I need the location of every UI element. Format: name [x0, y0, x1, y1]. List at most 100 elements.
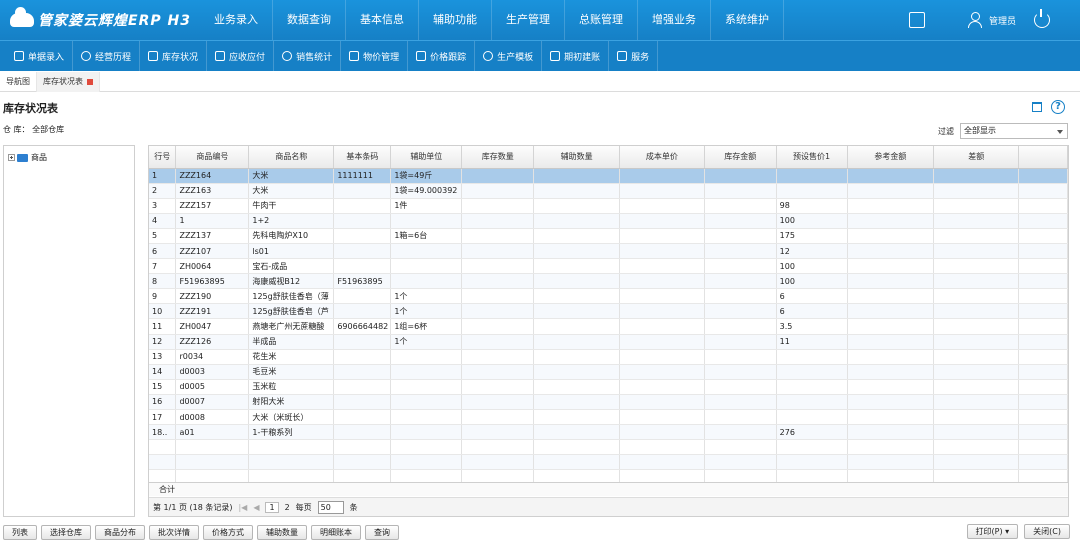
table-cell[interactable]	[933, 168, 1020, 184]
table-row[interactable]: 7 ZH0064 宝石-成品 100	[149, 258, 1068, 275]
table-cell[interactable]	[461, 318, 535, 335]
table-row[interactable]: 9 ZZZ190 125g舒肤佳香皂（薄 1个 6	[149, 288, 1068, 305]
table-cell[interactable]: 海康威视B12	[248, 273, 335, 290]
table-cell[interactable]	[461, 168, 535, 184]
table-cell[interactable]	[704, 379, 777, 395]
table-cell[interactable]	[847, 273, 935, 290]
table-cell[interactable]: 6	[776, 288, 848, 305]
table-cell[interactable]: ZH0064	[175, 258, 250, 275]
table-cell[interactable]	[333, 394, 392, 411]
table-cell[interactable]	[847, 303, 935, 320]
table-cell[interactable]	[933, 364, 1020, 380]
table-cell[interactable]: 1袋=49.000392	[390, 183, 463, 199]
table-cell[interactable]	[776, 349, 848, 365]
table-cell[interactable]	[704, 349, 777, 365]
tab-inventory-status[interactable]: 库存状况表	[37, 72, 100, 92]
print-button[interactable]: 打印(P) ▾	[966, 524, 1019, 539]
table-row[interactable]: 15 d0005 玉米粒	[149, 379, 1068, 395]
table-cell[interactable]	[461, 258, 535, 275]
table-row[interactable]: 10 ZZZ191 125g舒肤佳香皂（芦 1个 6	[149, 303, 1068, 320]
table-cell[interactable]	[776, 183, 848, 199]
column-header[interactable]: 基本条码	[333, 146, 392, 169]
table-cell[interactable]: 1件	[390, 198, 463, 214]
table-cell[interactable]: 6	[776, 303, 848, 320]
table-cell[interactable]	[847, 213, 935, 229]
table-cell[interactable]	[704, 364, 777, 380]
table-cell[interactable]: ZZZ157	[175, 198, 250, 214]
bottom-button[interactable]: 价格方式	[203, 525, 253, 540]
column-header[interactable]: 商品名称	[248, 146, 335, 169]
column-header[interactable]: 行号	[149, 146, 177, 169]
toolbar-button[interactable]: 销售统计	[274, 40, 342, 72]
table-cell[interactable]	[390, 243, 463, 260]
bottom-button[interactable]: 辅助数量	[257, 525, 307, 540]
table-cell[interactable]	[533, 198, 620, 214]
table-cell[interactable]	[704, 424, 777, 441]
table-cell[interactable]: 1+2	[248, 213, 335, 229]
table-cell[interactable]	[619, 364, 705, 380]
table-cell[interactable]	[533, 183, 620, 199]
table-cell[interactable]: ls01	[248, 243, 335, 260]
table-cell[interactable]	[533, 424, 620, 441]
toolbar-button[interactable]: 期初建账	[542, 40, 610, 72]
main-nav-item[interactable]: 增强业务	[638, 0, 711, 40]
table-cell[interactable]	[333, 213, 392, 229]
table-cell[interactable]	[847, 334, 935, 350]
table-cell[interactable]: 毛豆米	[248, 364, 335, 380]
table-cell[interactable]: 1111111	[333, 168, 392, 184]
table-cell[interactable]	[461, 228, 535, 244]
table-cell[interactable]	[847, 424, 935, 441]
table-cell[interactable]: 100	[776, 258, 848, 275]
table-cell[interactable]	[933, 288, 1020, 305]
table-cell[interactable]	[533, 364, 620, 380]
next-page-link[interactable]: 2	[285, 503, 290, 512]
table-cell[interactable]: d0005	[175, 379, 250, 395]
table-cell[interactable]	[776, 394, 848, 411]
table-cell[interactable]	[533, 228, 620, 244]
table-cell[interactable]	[533, 303, 620, 320]
table-cell[interactable]: 100	[776, 273, 848, 290]
table-cell[interactable]	[533, 394, 620, 411]
column-header[interactable]: 成本单价	[619, 146, 705, 169]
prev-page-icon[interactable]: ◀	[253, 503, 259, 512]
main-nav-item[interactable]: 辅助功能	[419, 0, 492, 40]
table-cell[interactable]	[847, 409, 935, 426]
table-cell[interactable]	[533, 288, 620, 305]
table-cell[interactable]	[619, 198, 705, 214]
table-cell[interactable]	[461, 243, 535, 260]
main-nav-item[interactable]: 业务录入	[200, 0, 273, 40]
table-cell[interactable]	[333, 349, 392, 365]
table-cell[interactable]: 15	[149, 379, 177, 395]
table-cell[interactable]	[847, 349, 935, 365]
table-cell[interactable]: F51963895	[175, 273, 250, 290]
table-row[interactable]: 6 ZZZ107 ls01 12	[149, 243, 1068, 260]
tab-navigation[interactable]: 导航图	[0, 72, 37, 92]
table-cell[interactable]	[619, 168, 705, 184]
table-row[interactable]: 1 ZZZ164 大米 1111111 1袋=49斤	[149, 168, 1068, 184]
bottom-button[interactable]: 查询	[365, 525, 399, 540]
table-row[interactable]: 4 1 1+2 100	[149, 213, 1068, 229]
close-tab-icon[interactable]	[87, 78, 93, 85]
table-cell[interactable]: ZZZ137	[175, 228, 250, 244]
table-cell[interactable]	[390, 424, 463, 441]
table-cell[interactable]	[847, 379, 935, 395]
table-cell[interactable]	[847, 394, 935, 411]
column-header[interactable]: 预设售价1	[776, 146, 848, 169]
table-cell[interactable]: ZH0047	[175, 318, 250, 335]
table-cell[interactable]	[933, 409, 1020, 426]
table-cell[interactable]	[619, 318, 705, 335]
table-cell[interactable]	[619, 379, 705, 395]
main-nav-item[interactable]: 基本信息	[346, 0, 419, 40]
table-cell[interactable]: 宝石-成品	[248, 258, 335, 275]
table-cell[interactable]: 7	[149, 258, 177, 275]
column-header[interactable]: 辅助单位	[390, 146, 463, 169]
table-cell[interactable]	[461, 349, 535, 365]
table-cell[interactable]: ZZZ107	[175, 243, 250, 260]
table-cell[interactable]	[704, 318, 777, 335]
table-cell[interactable]	[619, 394, 705, 411]
table-cell[interactable]	[847, 198, 935, 214]
table-cell[interactable]: 燕塘老广州无蔗糖酸	[248, 318, 335, 335]
table-cell[interactable]: ZZZ163	[175, 183, 250, 199]
tree-node-root[interactable]: 商品	[8, 152, 47, 163]
table-cell[interactable]	[776, 168, 848, 184]
